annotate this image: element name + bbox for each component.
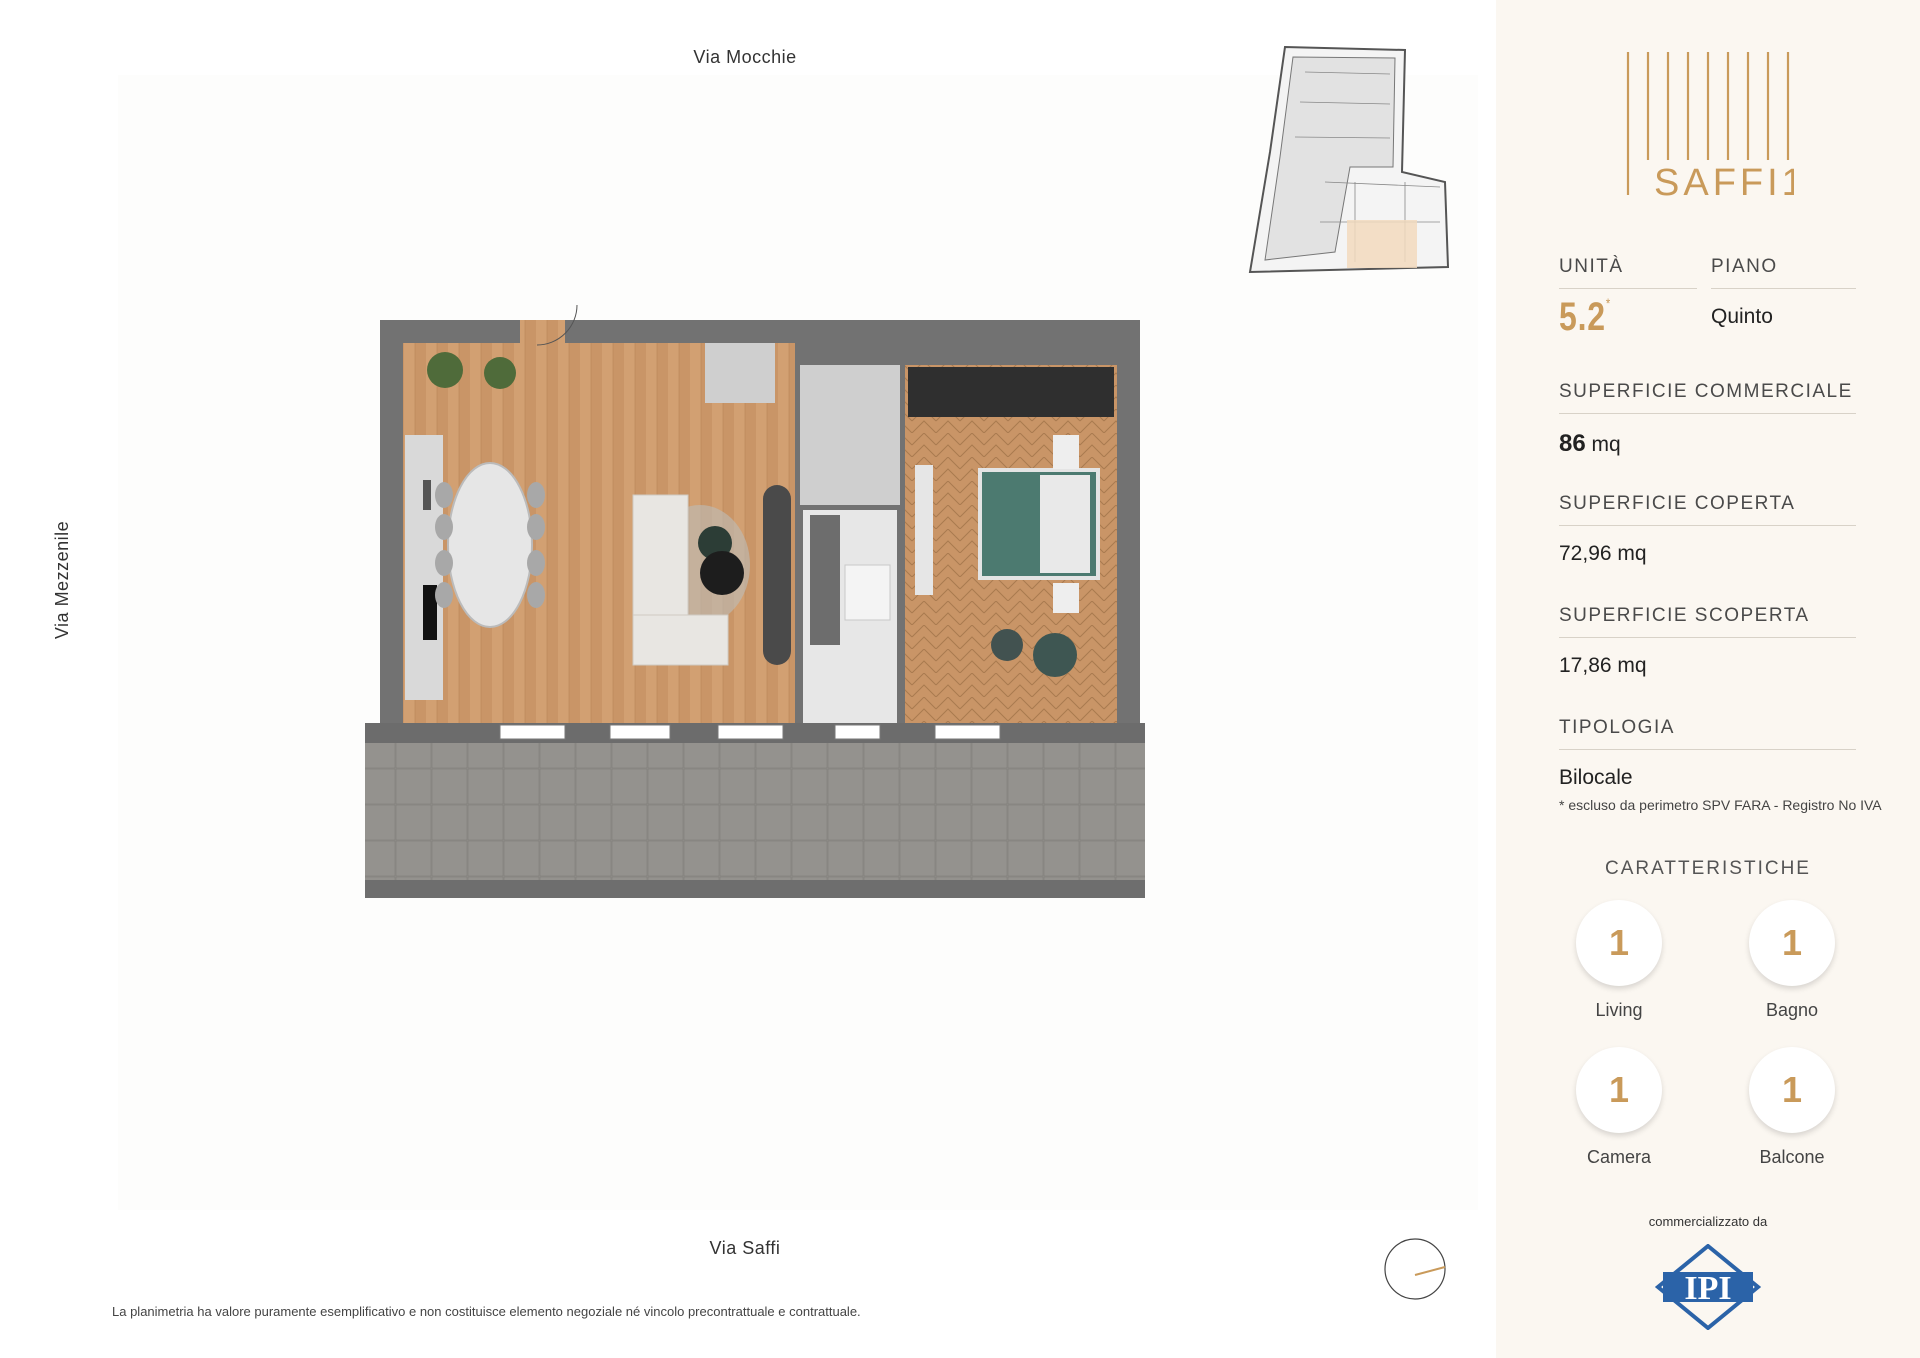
unit-field: UNITÀ 5.2*	[1559, 256, 1697, 340]
feature-count: 1	[1576, 1047, 1662, 1133]
key-plan-highlighted-unit	[1347, 220, 1417, 268]
feature-bathroom: 1 Bagno	[1722, 900, 1862, 1021]
north-compass-icon	[1384, 1238, 1446, 1300]
ipi-logo: IPI	[1655, 1244, 1761, 1330]
footnote: * escluso da perimetro SPV FARA - Regist…	[1559, 797, 1882, 813]
info-panel: SAFFI18 UNITÀ 5.2* PIANO Quinto SUPERFIC…	[1496, 0, 1920, 1358]
street-label-bottom: Via Saffi	[709, 1238, 781, 1258]
type-field: TIPOLOGIA Bilocale	[1559, 717, 1856, 790]
floor-label: PIANO	[1711, 256, 1856, 289]
unit-asterisk: *	[1605, 295, 1612, 311]
logo-text: SAFFI18	[1654, 162, 1794, 200]
feature-label: Camera	[1586, 1147, 1652, 1167]
feature-living: 1 Living	[1549, 900, 1689, 1021]
covered-area-value: 72,96 mq	[1559, 542, 1647, 565]
commercial-area-value: 86 mq	[1559, 430, 1856, 458]
floor-value: Quinto	[1711, 305, 1773, 328]
street-label-top: Via Mocchie	[693, 47, 797, 67]
features-title: CARATTERISTICHE	[1605, 858, 1811, 879]
type-value: Bilocale	[1559, 766, 1633, 789]
feature-label: Bagno	[1765, 1000, 1819, 1020]
floor-field: PIANO Quinto	[1711, 256, 1856, 329]
commercial-area-label: SUPERFICIE COMMERCIALE	[1559, 381, 1856, 414]
covered-area-field: SUPERFICIE COPERTA 72,96 mq	[1559, 493, 1856, 566]
street-label-left: Via Mezzenile	[52, 520, 72, 640]
commercial-area-number: 86	[1559, 430, 1586, 457]
floor-plan	[365, 304, 1145, 898]
ipi-logo-text: IPI	[1684, 1270, 1731, 1307]
balcony	[365, 740, 1145, 890]
uncovered-area-field: SUPERFICIE SCOPERTA 17,86 mq	[1559, 605, 1856, 678]
type-label: TIPOLOGIA	[1559, 717, 1856, 750]
unit-number: 5.2	[1559, 295, 1606, 339]
covered-area-label: SUPERFICIE COPERTA	[1559, 493, 1856, 526]
feature-label: Living	[1595, 1000, 1643, 1020]
plan-area: Via Mocchie Via Mezzenile Via Saffi La p…	[0, 0, 1496, 1358]
commercial-area-unit: mq	[1591, 433, 1621, 456]
feature-label: Balcone	[1759, 1147, 1825, 1167]
feature-count: 1	[1749, 900, 1835, 986]
unit-value: 5.2*	[1559, 295, 1611, 340]
saffi18-logo: SAFFI18	[1626, 52, 1794, 200]
commercial-area-field: SUPERFICIE COMMERCIALE 86 mq	[1559, 381, 1856, 458]
uncovered-area-label: SUPERFICIE SCOPERTA	[1559, 605, 1856, 638]
feature-count: 1	[1576, 900, 1662, 986]
hallway	[800, 365, 900, 505]
feature-bedroom: 1 Camera	[1549, 1047, 1689, 1168]
uncovered-area-value: 17,86 mq	[1559, 654, 1647, 677]
feature-count: 1	[1749, 1047, 1835, 1133]
unit-label: UNITÀ	[1559, 256, 1697, 289]
disclaimer: La planimetria ha valore puramente esemp…	[112, 1304, 861, 1319]
broker-label: commercializzato da	[1648, 1214, 1768, 1229]
feature-balcony: 1 Balcone	[1722, 1047, 1862, 1168]
building-key-plan	[1248, 45, 1450, 274]
